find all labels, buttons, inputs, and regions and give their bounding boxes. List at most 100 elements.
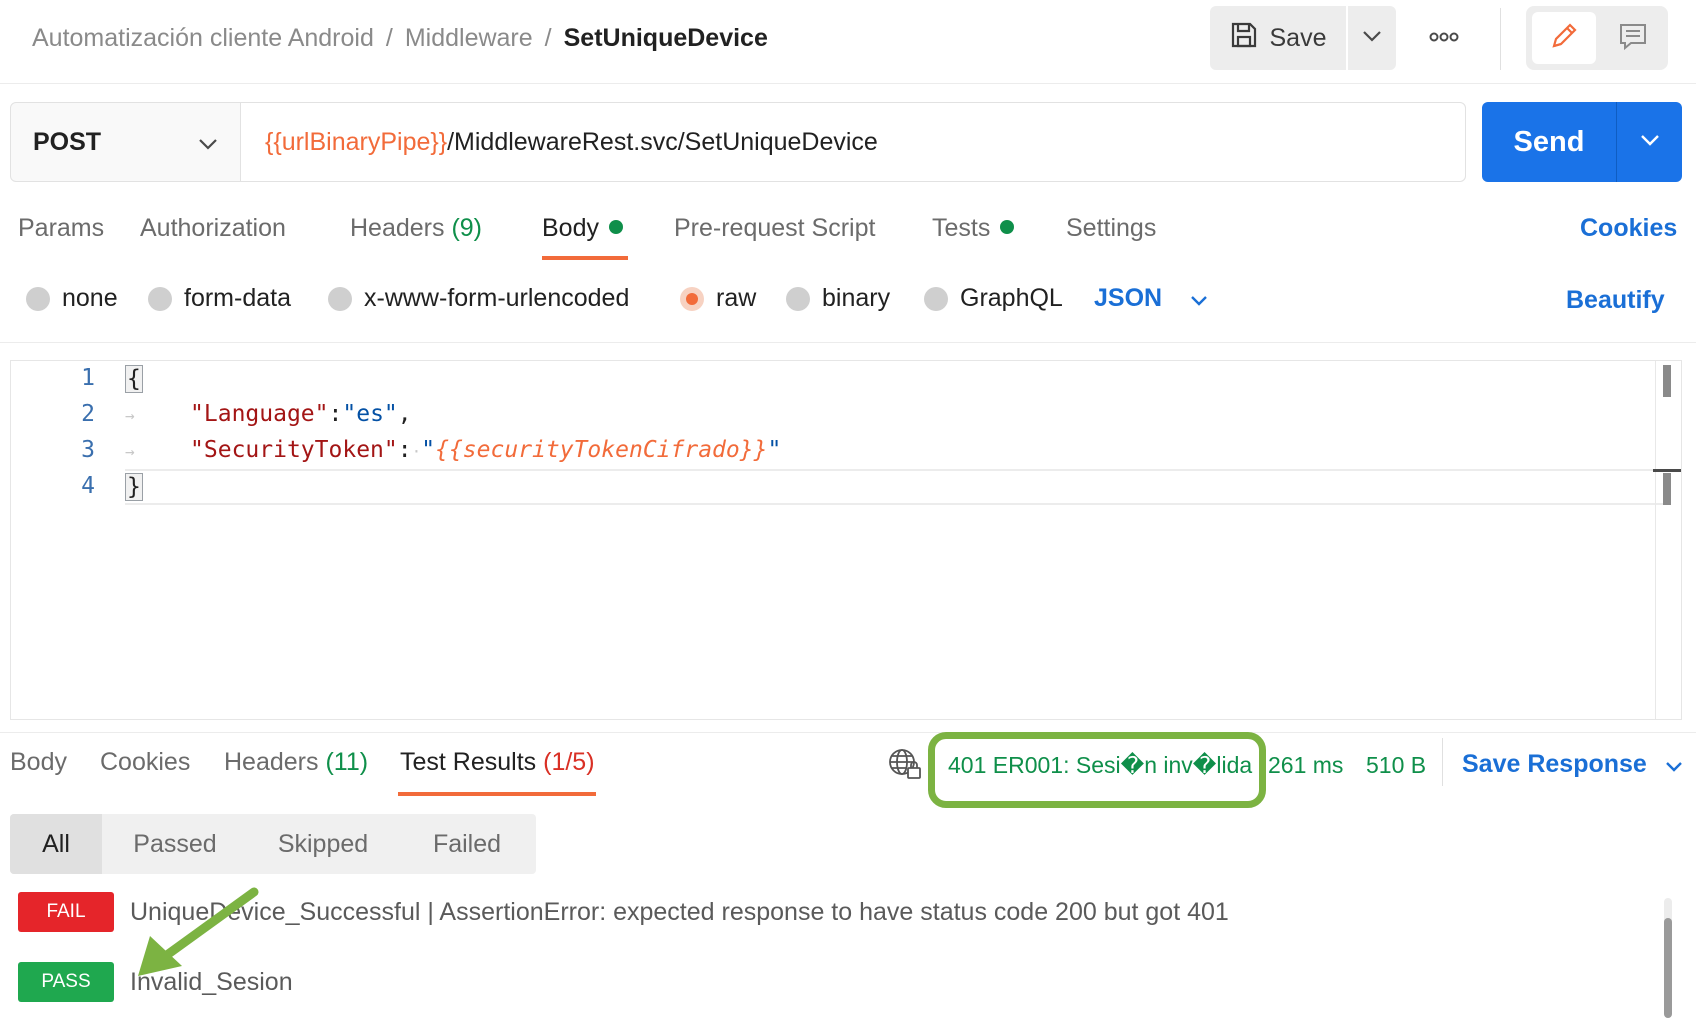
radio-circle	[924, 286, 948, 311]
json-variable: {{securityTokenCifrado}}	[435, 437, 768, 463]
globe-lock-icon[interactable]	[888, 748, 922, 785]
tab-test-results-count: (1/5)	[543, 748, 595, 776]
json-colon: :	[397, 437, 412, 463]
url-input[interactable]: {{urlBinaryPipe}}/MiddlewareRest.svc/Set…	[241, 103, 1465, 181]
filter-failed[interactable]: Failed	[398, 814, 536, 874]
json-key: "SecurityToken"	[190, 437, 398, 463]
code-line: → "SecurityToken":·"{{securityTokenCifra…	[125, 437, 781, 463]
breadcrumb-workspace[interactable]: Automatización cliente Android	[32, 24, 374, 52]
active-line-highlight	[125, 469, 1665, 505]
save-label: Save	[1269, 23, 1327, 52]
active-tab-underline	[542, 256, 628, 260]
radio-label: raw	[716, 284, 757, 312]
radio-form-data[interactable]: form-data	[148, 284, 291, 313]
response-status[interactable]: 401 ER001: Sesi�n inv�lida	[948, 752, 1252, 779]
tab-prerequest-script[interactable]: Pre-request Script	[674, 214, 875, 243]
bracket-match: {	[125, 365, 143, 393]
scrollbar-marker	[1663, 473, 1671, 505]
tab-headers[interactable]: Headers (9)	[350, 214, 482, 243]
tab-headers-label: Headers	[350, 214, 445, 242]
radio-graphql[interactable]: GraphQL	[924, 284, 1063, 313]
breadcrumb: Automatización cliente Android / Middlewar…	[32, 20, 768, 56]
url-variable: {{urlBinaryPipe}}	[265, 127, 448, 156]
tab-headers-count: (9)	[451, 214, 483, 242]
tab-body[interactable]: Body	[542, 214, 623, 243]
format-label: JSON	[1094, 284, 1163, 312]
pass-badge: PASS	[18, 962, 114, 1002]
send-options-button[interactable]	[1617, 102, 1682, 182]
breadcrumb-separator: /	[385, 24, 393, 52]
code-line: }	[125, 473, 143, 501]
response-size[interactable]: 510 B	[1366, 752, 1426, 779]
tests-indicator-dot	[1000, 220, 1015, 234]
radio-label: none	[62, 284, 118, 312]
tab-response-headers-count: (11)	[325, 748, 369, 776]
save-button[interactable]: Save	[1210, 6, 1346, 70]
tab-response-cookies[interactable]: Cookies	[100, 748, 190, 777]
chevron-down-icon	[1190, 284, 1208, 313]
radio-none[interactable]: none	[26, 284, 118, 313]
indent-arrow-icon: →	[125, 406, 135, 425]
chevron-down-icon	[1665, 750, 1683, 779]
radio-binary[interactable]: binary	[786, 284, 890, 313]
radio-circle	[328, 286, 352, 311]
beautify-link[interactable]: Beautify	[1566, 286, 1665, 315]
tab-test-results[interactable]: Test Results (1/5)	[400, 748, 595, 777]
ellipsis-icon	[1429, 29, 1459, 47]
indent-arrow-icon: →	[125, 442, 135, 461]
tab-tests[interactable]: Tests	[932, 214, 1015, 243]
edit-mode-button[interactable]	[1532, 12, 1596, 64]
format-select[interactable]: JSON	[1094, 284, 1208, 313]
results-scrollbar-thumb[interactable]	[1664, 918, 1672, 1018]
filter-skipped[interactable]: Skipped	[248, 814, 398, 874]
save-group: Save	[1210, 6, 1396, 70]
tab-authorization[interactable]: Authorization	[140, 214, 286, 243]
tab-params[interactable]: Params	[18, 214, 104, 243]
chevron-down-icon	[1640, 133, 1660, 151]
radio-circle	[786, 286, 810, 311]
request-url-bar: POST {{urlBinaryPipe}}/MiddlewareRest.sv…	[10, 102, 1466, 182]
floppy-disk-icon	[1230, 21, 1258, 56]
url-path: /MiddlewareRest.svc/SetUniqueDevice	[447, 127, 878, 156]
section-divider	[0, 732, 1696, 733]
code-editor[interactable]: 1 2 3 4 { → "Language":"es", → "Security…	[10, 360, 1682, 720]
json-value: "es"	[342, 401, 398, 427]
save-response-button[interactable]: Save Response	[1462, 750, 1683, 779]
more-actions-button[interactable]	[1418, 20, 1470, 56]
cookies-link[interactable]: Cookies	[1580, 214, 1677, 243]
toolbar-divider	[1500, 8, 1501, 70]
tab-response-headers[interactable]: Headers (11)	[224, 748, 368, 777]
comments-button[interactable]	[1604, 12, 1662, 64]
method-select[interactable]: POST	[11, 103, 241, 181]
tab-response-headers-label: Headers	[224, 748, 319, 776]
json-comma: ,	[397, 401, 412, 427]
response-meta-divider	[1442, 738, 1443, 786]
tab-tests-label: Tests	[932, 214, 991, 242]
save-options-button[interactable]	[1348, 6, 1396, 70]
view-toggle	[1526, 6, 1668, 70]
tab-body-label: Body	[542, 214, 599, 242]
radio-circle	[148, 286, 172, 311]
fail-badge: FAIL	[18, 892, 114, 932]
breadcrumb-separator: /	[544, 24, 552, 52]
radio-raw[interactable]: raw	[680, 284, 756, 313]
request-title[interactable]: SetUniqueDevice	[564, 24, 768, 52]
save-response-label: Save Response	[1462, 750, 1647, 778]
filter-passed[interactable]: Passed	[102, 814, 248, 874]
active-tab-underline	[398, 792, 596, 796]
cursor-ruler-marker	[1653, 469, 1681, 472]
response-time[interactable]: 261 ms	[1268, 752, 1343, 779]
annotation-arrow-icon	[130, 880, 270, 985]
send-button[interactable]: Send	[1482, 102, 1616, 182]
radio-label: GraphQL	[960, 284, 1063, 312]
radio-label: binary	[822, 284, 891, 312]
whitespace-dot: ·	[411, 442, 422, 461]
json-key: "Language"	[190, 401, 329, 427]
tab-response-body[interactable]: Body	[10, 748, 67, 777]
radio-urlencoded[interactable]: x-www-form-urlencoded	[328, 284, 629, 313]
send-group: Send	[1482, 102, 1682, 182]
editor-scrollbar[interactable]	[1655, 361, 1656, 719]
tab-settings[interactable]: Settings	[1066, 214, 1156, 243]
breadcrumb-folder[interactable]: Middleware	[405, 24, 533, 52]
filter-all[interactable]: All	[10, 814, 102, 874]
